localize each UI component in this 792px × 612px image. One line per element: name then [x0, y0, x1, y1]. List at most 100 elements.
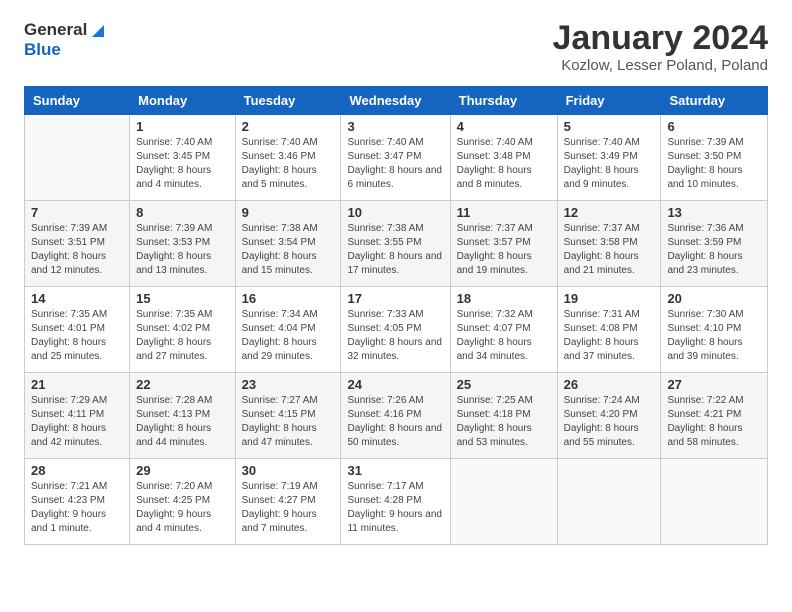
- day-number: 12: [564, 205, 655, 220]
- table-row: 5 Sunrise: 7:40 AMSunset: 3:49 PMDaylight…: [557, 115, 661, 201]
- day-number: 22: [136, 377, 228, 392]
- col-monday: Monday: [130, 87, 235, 115]
- col-sunday: Sunday: [25, 87, 130, 115]
- day-info: Sunrise: 7:17 AMSunset: 4:28 PMDaylight:…: [347, 480, 443, 536]
- day-number: 20: [667, 291, 761, 306]
- table-row: [661, 459, 768, 545]
- col-saturday: Saturday: [661, 87, 768, 115]
- table-row: 25 Sunrise: 7:25 AMSunset: 4:18 PMDayligh…: [450, 373, 557, 459]
- title-block: January 2024 Kozlow, Lesser Poland, Pola…: [553, 20, 769, 74]
- table-row: 10Sunrise: 7:38 AMSunset: 3:55 PMDayligh…: [341, 201, 450, 287]
- table-row: 30 Sunrise: 7:19 AMSunset: 4:27 PMDayligh…: [235, 459, 341, 545]
- calendar-week-row: 1 Sunrise: 7:40 AMSunset: 3:45 PMDaylight…: [25, 115, 768, 201]
- table-row: 18 Sunrise: 7:32 AMSunset: 4:07 PMDayligh…: [450, 287, 557, 373]
- day-number: 19: [564, 291, 655, 306]
- day-info: Sunrise: 7:40 AMSunset: 3:49 PMDaylight:…: [564, 136, 655, 192]
- day-number: 28: [31, 463, 123, 478]
- day-number: 25: [457, 377, 551, 392]
- day-number: 23: [242, 377, 335, 392]
- table-row: 24 Sunrise: 7:26 AMSunset: 4:16 PMDayligh…: [341, 373, 450, 459]
- day-number: 17: [347, 291, 443, 306]
- day-number: 30: [242, 463, 335, 478]
- table-row: 2Sunrise: 7:40 AMSunset: 3:46 PMDaylight…: [235, 115, 341, 201]
- table-row: 15Sunrise: 7:35 AMSunset: 4:02 PMDayligh…: [130, 287, 235, 373]
- day-info: Sunrise: 7:34 AMSunset: 4:04 PMDaylight:…: [242, 308, 335, 364]
- location-text: Kozlow, Lesser Poland, Poland: [553, 57, 769, 74]
- table-row: 21 Sunrise: 7:29 AMSunset: 4:11 PMDayligh…: [25, 373, 130, 459]
- day-info: Sunrise: 7:25 AMSunset: 4:18 PMDaylight:…: [457, 394, 551, 450]
- day-info: Sunrise: 7:35 AMSunset: 4:01 PMDaylight:…: [31, 308, 123, 364]
- day-number: 31: [347, 463, 443, 478]
- day-number: 24: [347, 377, 443, 392]
- day-info: Sunrise: 7:40 AMSunset: 3:45 PMDaylight:…: [136, 136, 228, 192]
- calendar-week-row: 21 Sunrise: 7:29 AMSunset: 4:11 PMDayligh…: [25, 373, 768, 459]
- day-number: 11: [457, 205, 551, 220]
- day-info: Sunrise: 7:22 AMSunset: 4:21 PMDaylight:…: [667, 394, 761, 450]
- logo-general-text: General: [24, 20, 87, 40]
- table-row: 23 Sunrise: 7:27 AMSunset: 4:15 PMDayligh…: [235, 373, 341, 459]
- day-number: 18: [457, 291, 551, 306]
- day-number: 13: [667, 205, 761, 220]
- day-info: Sunrise: 7:29 AMSunset: 4:11 PMDaylight:…: [31, 394, 123, 450]
- table-row: 12 Sunrise: 7:37 AMSunset: 3:58 PMDayligh…: [557, 201, 661, 287]
- day-info: Sunrise: 7:27 AMSunset: 4:15 PMDaylight:…: [242, 394, 335, 450]
- calendar-page: General Blue January 2024 Kozlow, Lesser…: [0, 0, 792, 612]
- day-number: 27: [667, 377, 761, 392]
- table-row: 4 Sunrise: 7:40 AMSunset: 3:48 PMDaylight…: [450, 115, 557, 201]
- table-row: 8 Sunrise: 7:39 AMSunset: 3:53 PMDaylight…: [130, 201, 235, 287]
- day-info: Sunrise: 7:31 AMSunset: 4:08 PMDaylight:…: [564, 308, 655, 364]
- table-row: 17 Sunrise: 7:33 AMSunset: 4:05 PMDayligh…: [341, 287, 450, 373]
- table-row: 20 Sunrise: 7:30 AMSunset: 4:10 PMDayligh…: [661, 287, 768, 373]
- table-row: 16 Sunrise: 7:34 AMSunset: 4:04 PMDayligh…: [235, 287, 341, 373]
- day-info: Sunrise: 7:40 AMSunset: 3:48 PMDaylight:…: [457, 136, 551, 192]
- calendar-week-row: 7 Sunrise: 7:39 AMSunset: 3:51 PMDaylight…: [25, 201, 768, 287]
- table-row: 29 Sunrise: 7:20 AMSunset: 4:25 PMDayligh…: [130, 459, 235, 545]
- day-number: 6: [667, 119, 761, 134]
- day-number: 8: [136, 205, 228, 220]
- table-row: 7 Sunrise: 7:39 AMSunset: 3:51 PMDaylight…: [25, 201, 130, 287]
- day-number: 3: [347, 119, 443, 134]
- day-number: 26: [564, 377, 655, 392]
- month-title: January 2024: [553, 20, 769, 57]
- table-row: 13Sunrise: 7:36 AMSunset: 3:59 PMDayligh…: [661, 201, 768, 287]
- day-info: Sunrise: 7:20 AMSunset: 4:25 PMDaylight:…: [136, 480, 228, 536]
- day-info: Sunrise: 7:39 AMSunset: 3:53 PMDaylight:…: [136, 222, 228, 278]
- day-number: 5: [564, 119, 655, 134]
- table-row: 31 Sunrise: 7:17 AMSunset: 4:28 PMDayligh…: [341, 459, 450, 545]
- day-info: Sunrise: 7:39 AMSunset: 3:51 PMDaylight:…: [31, 222, 123, 278]
- col-tuesday: Tuesday: [235, 87, 341, 115]
- day-number: 16: [242, 291, 335, 306]
- logo: General Blue: [24, 20, 107, 60]
- col-thursday: Thursday: [450, 87, 557, 115]
- day-info: Sunrise: 7:19 AMSunset: 4:27 PMDaylight:…: [242, 480, 335, 536]
- day-info: Sunrise: 7:40 AMSunset: 3:47 PMDaylight:…: [347, 136, 443, 192]
- table-row: 6Sunrise: 7:39 AMSunset: 3:50 PMDaylight…: [661, 115, 768, 201]
- day-info: Sunrise: 7:37 AMSunset: 3:58 PMDaylight:…: [564, 222, 655, 278]
- table-row: [25, 115, 130, 201]
- day-number: 29: [136, 463, 228, 478]
- day-info: Sunrise: 7:26 AMSunset: 4:16 PMDaylight:…: [347, 394, 443, 450]
- day-number: 4: [457, 119, 551, 134]
- day-info: Sunrise: 7:24 AMSunset: 4:20 PMDaylight:…: [564, 394, 655, 450]
- day-info: Sunrise: 7:38 AMSunset: 3:54 PMDaylight:…: [242, 222, 335, 278]
- calendar-header-row: Sunday Monday Tuesday Wednesday Thursday…: [25, 87, 768, 115]
- table-row: 22Sunrise: 7:28 AMSunset: 4:13 PMDayligh…: [130, 373, 235, 459]
- day-info: Sunrise: 7:38 AMSunset: 3:55 PMDaylight:…: [347, 222, 443, 278]
- day-number: 9: [242, 205, 335, 220]
- day-info: Sunrise: 7:30 AMSunset: 4:10 PMDaylight:…: [667, 308, 761, 364]
- calendar-table: Sunday Monday Tuesday Wednesday Thursday…: [24, 86, 768, 545]
- day-number: 2: [242, 119, 335, 134]
- table-row: 9 Sunrise: 7:38 AMSunset: 3:54 PMDaylight…: [235, 201, 341, 287]
- day-number: 1: [136, 119, 228, 134]
- day-number: 14: [31, 291, 123, 306]
- calendar-week-row: 14 Sunrise: 7:35 AMSunset: 4:01 PMDayligh…: [25, 287, 768, 373]
- day-info: Sunrise: 7:32 AMSunset: 4:07 PMDaylight:…: [457, 308, 551, 364]
- table-row: 26 Sunrise: 7:24 AMSunset: 4:20 PMDayligh…: [557, 373, 661, 459]
- table-row: 14 Sunrise: 7:35 AMSunset: 4:01 PMDayligh…: [25, 287, 130, 373]
- day-info: Sunrise: 7:33 AMSunset: 4:05 PMDaylight:…: [347, 308, 443, 364]
- table-row: 1 Sunrise: 7:40 AMSunset: 3:45 PMDaylight…: [130, 115, 235, 201]
- day-info: Sunrise: 7:35 AMSunset: 4:02 PMDaylight:…: [136, 308, 228, 364]
- table-row: [450, 459, 557, 545]
- day-number: 7: [31, 205, 123, 220]
- day-number: 21: [31, 377, 123, 392]
